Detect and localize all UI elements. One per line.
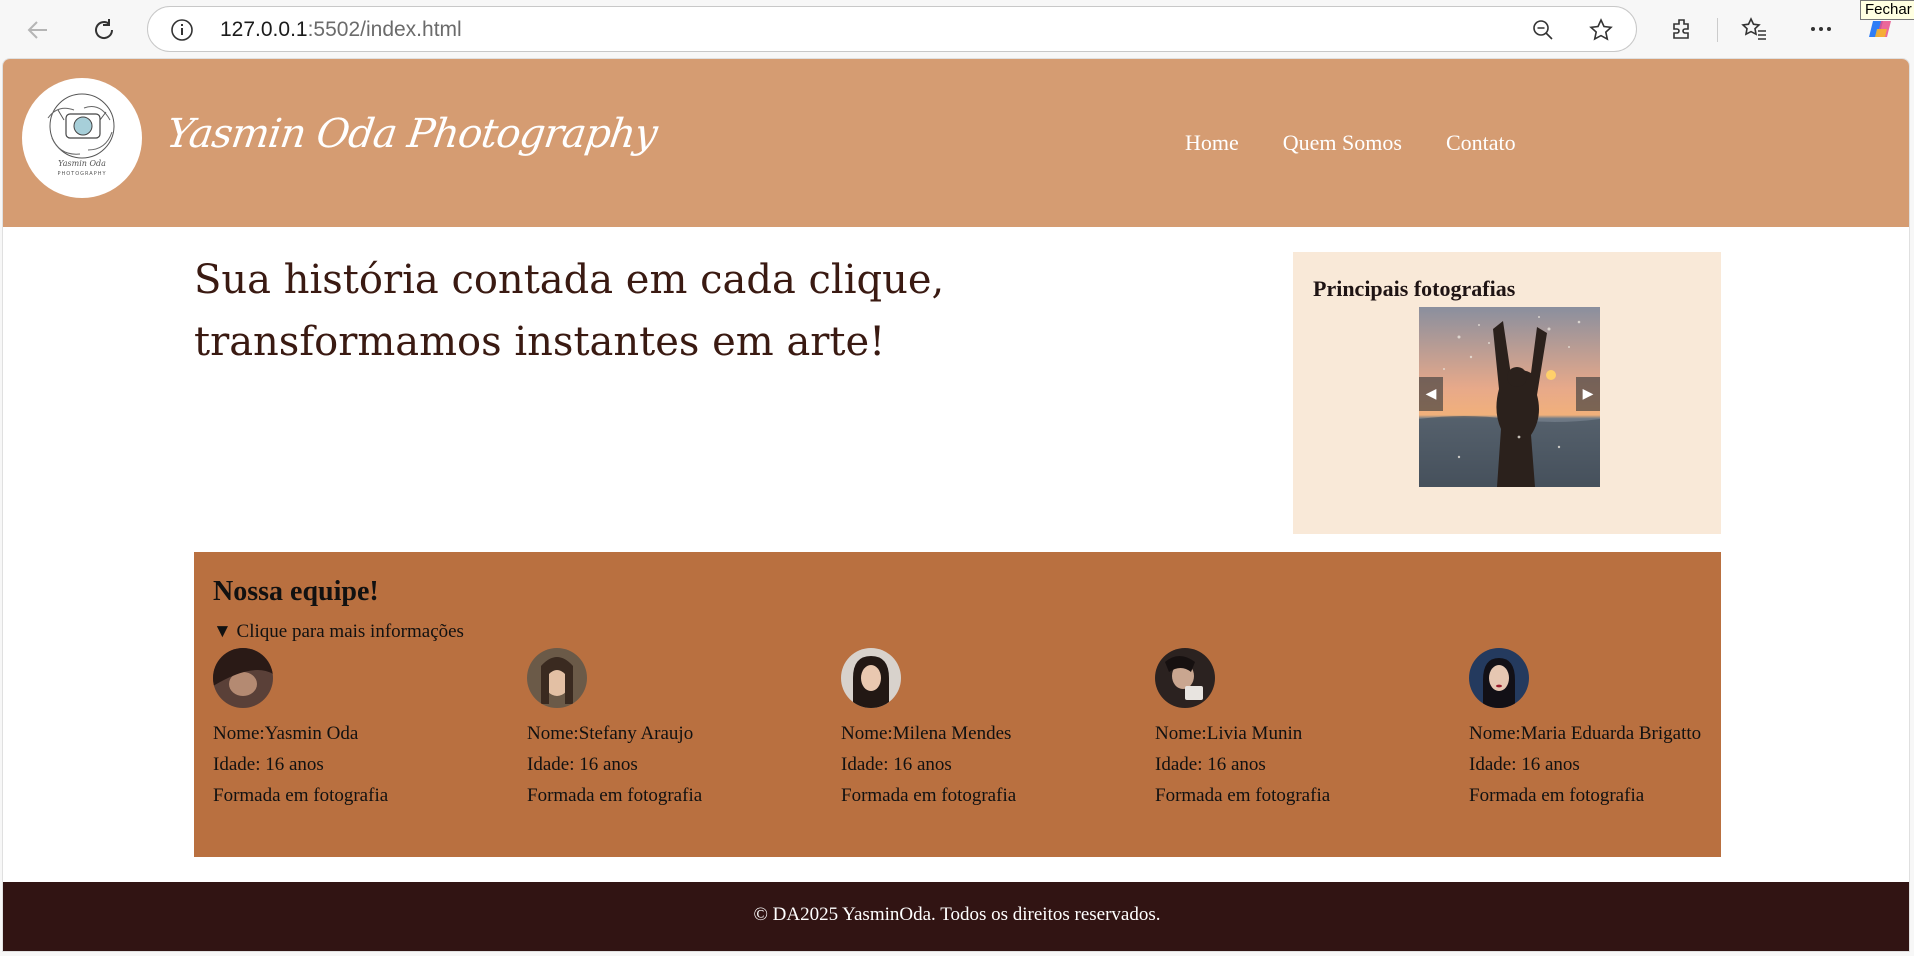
team-member-card: Nome:Yasmin Oda Idade: 16 anos Formada e… [213,648,513,811]
favorites-icon[interactable] [1740,14,1770,44]
site-footer: © DA2025 YasminOda. Todos os direitos re… [3,882,1909,951]
more-menu-icon[interactable] [1806,14,1836,44]
site-header: Yasmin Oda PHOTOGRAPHY Yasmin Oda Photog… [3,59,1909,227]
member-name: Nome:Yasmin Oda [213,723,359,744]
member-avatar [527,648,587,708]
zoom-out-icon[interactable] [1530,17,1556,43]
reload-icon[interactable] [84,10,124,50]
team-details-toggle[interactable]: ▼ Clique para mais informações [213,621,464,643]
page-viewport: Yasmin Oda PHOTOGRAPHY Yasmin Oda Photog… [2,58,1910,952]
extensions-icon[interactable] [1667,14,1697,44]
member-description: Formada em fotografia [1155,785,1331,806]
toolbar-divider [1717,18,1718,42]
site-info-icon[interactable] [170,18,194,42]
team-member-card: Nome:Maria Eduarda Brigatto Idade: 16 an… [1469,648,1769,811]
team-member-card: Nome:Milena Mendes Idade: 16 anos Formad… [841,648,1141,811]
nav-contato[interactable]: Contato [1446,130,1516,156]
member-avatar [1469,648,1529,708]
photo-gallery: Principais fotografias ◀ ▶ [1293,252,1721,534]
hero-heading: Sua história contada em cada clique, tra… [194,249,944,373]
main-nav: Home Quem Somos Contato [1185,130,1516,156]
member-name: Nome:Milena Mendes [841,723,1012,744]
gallery-next-button[interactable]: ▶ [1576,377,1600,411]
url-text[interactable]: 127.0.0.1:5502/index.html [220,18,462,42]
member-description: Formada em fotografia [841,785,1017,806]
team-title: Nossa equipe! [213,576,379,607]
browser-toolbar: 127.0.0.1:5502/index.html Fechar [0,0,1914,58]
member-description: Formada em fotografia [1469,785,1645,806]
member-age: Idade: 16 anos [1155,754,1266,775]
brand-name[interactable]: Yasmin Oda Photography [164,111,660,157]
member-description: Formada em fotografia [527,785,703,806]
member-description: Formada em fotografia [213,785,389,806]
nav-home[interactable]: Home [1185,130,1239,156]
member-age: Idade: 16 anos [213,754,324,775]
hero-line-2: transformamos instantes em arte! [194,319,886,365]
back-icon[interactable] [18,10,58,50]
copyright-text: © DA2025 YasminOda. Todos os direitos re… [753,904,1161,925]
member-name: Nome:Stefany Araujo [527,723,694,744]
close-tooltip: Fechar [1860,0,1914,20]
svg-text:PHOTOGRAPHY: PHOTOGRAPHY [57,171,106,177]
favorite-star-icon[interactable] [1588,17,1614,43]
member-avatar [841,648,901,708]
svg-text:Yasmin Oda: Yasmin Oda [58,159,106,168]
member-avatar [213,648,273,708]
address-bar[interactable]: 127.0.0.1:5502/index.html [147,6,1637,52]
member-name: Nome:Livia Munin [1155,723,1303,744]
nav-quem-somos[interactable]: Quem Somos [1283,130,1402,156]
gallery-title: Principais fotografias [1313,276,1516,301]
hero-line-1: Sua história contada em cada clique, [194,257,945,303]
team-member-card: Nome:Stefany Araujo Idade: 16 anos Forma… [527,648,827,811]
gallery-prev-button[interactable]: ◀ [1419,377,1443,411]
member-avatar [1155,648,1215,708]
member-age: Idade: 16 anos [841,754,952,775]
team-section: Nossa equipe! ▼ Clique para mais informa… [194,552,1721,857]
member-age: Idade: 16 anos [527,754,638,775]
team-member-card: Nome:Livia Munin Idade: 16 anos Formada … [1155,648,1455,811]
member-name: Nome:Maria Eduarda Brigatto [1469,723,1702,744]
site-logo[interactable]: Yasmin Oda PHOTOGRAPHY [22,78,142,198]
member-age: Idade: 16 anos [1469,754,1580,775]
gallery-photo: ◀ ▶ [1419,307,1600,487]
